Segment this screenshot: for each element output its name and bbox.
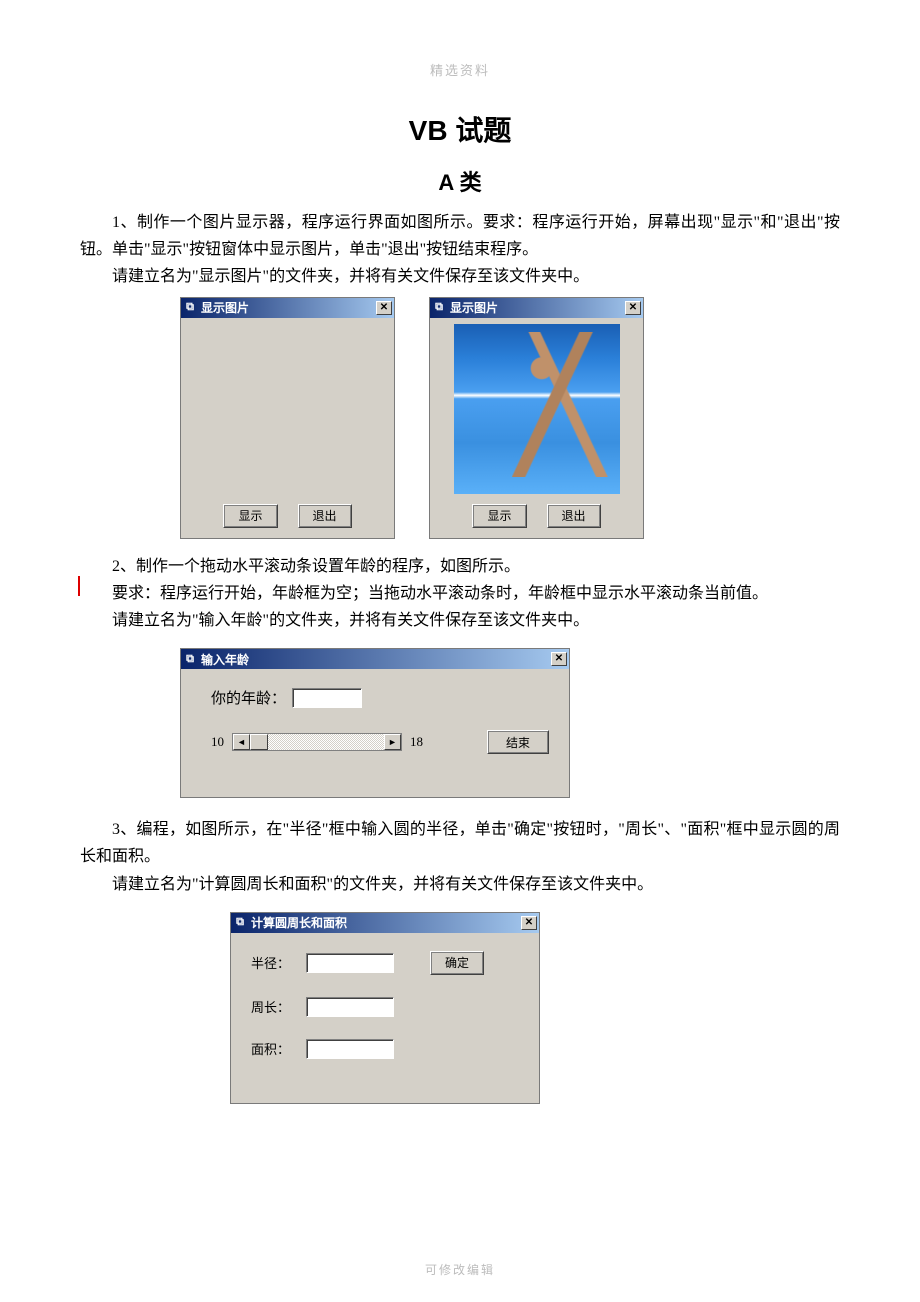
scroll-min-label: 10 [211, 734, 224, 750]
titlebar[interactable]: ⧉ 显示图片 ✕ [430, 298, 643, 318]
titlebar[interactable]: ⧉ 计算圆周长和面积 ✕ [231, 913, 539, 933]
q1-text-2: 请建立名为"显示图片"的文件夹，并将有关文件保存至该文件夹中。 [80, 263, 840, 290]
title-text: 显示图片 [450, 299, 625, 316]
title-text: 计算圆周长和面积 [251, 914, 521, 931]
vb-window-circle-calc: ⧉ 计算圆周长和面积 ✕ 半径： 确定 周长： 面积： [230, 912, 540, 1104]
title-text: 显示图片 [201, 299, 376, 316]
q3-text-2: 请建立名为"计算圆周长和面积"的文件夹，并将有关文件保存至该文件夹中。 [80, 871, 840, 898]
doc-footer-watermark: 可修改编辑 [0, 1261, 920, 1278]
q2-text-3: 请建立名为"输入年龄"的文件夹，并将有关文件保存至该文件夹中。 [80, 607, 840, 634]
vb-window-show-image-empty: ⧉ 显示图片 ✕ 显示 退出 [180, 297, 395, 539]
picturebox [454, 324, 620, 494]
scroll-left-icon[interactable]: ◄ [233, 734, 250, 750]
scroll-right-icon[interactable]: ► [384, 734, 401, 750]
ok-button[interactable]: 确定 [430, 951, 484, 975]
age-label: 你的年龄： [211, 687, 286, 708]
close-icon[interactable]: ✕ [551, 652, 567, 666]
area-label: 面积： [251, 1039, 306, 1058]
titlebar[interactable]: ⧉ 输入年龄 ✕ [181, 649, 569, 669]
scroll-thumb[interactable] [250, 734, 268, 750]
q2-text-1: 2、制作一个拖动水平滚动条设置年龄的程序，如图所示。 [80, 553, 840, 580]
app-icon: ⧉ [183, 652, 197, 666]
perimeter-textbox[interactable] [306, 997, 394, 1017]
show-button[interactable]: 显示 [472, 504, 526, 528]
app-icon: ⧉ [183, 301, 197, 315]
close-icon[interactable]: ✕ [625, 301, 641, 315]
page-subtitle: A 类 [80, 165, 840, 197]
page-title: VB 试题 [80, 109, 840, 149]
age-textbox[interactable] [292, 688, 362, 708]
scroll-track[interactable] [250, 734, 384, 750]
q1-text-1: 1、制作一个图片显示器，程序运行界面如图所示。要求：程序运行开始，屏幕出现"显示… [80, 209, 840, 263]
app-icon: ⧉ [233, 916, 247, 930]
q2-text-2: 要求：程序运行开始，年龄框为空；当拖动水平滚动条时，年龄框中显示水平滚动条当前值… [80, 580, 840, 607]
show-button[interactable]: 显示 [223, 504, 277, 528]
end-button[interactable]: 结束 [487, 730, 549, 754]
age-hscrollbar[interactable]: ◄ ► [232, 733, 402, 751]
vb-window-show-image-filled: ⧉ 显示图片 ✕ 显示 退出 [429, 297, 644, 539]
vb-window-input-age: ⧉ 输入年龄 ✕ 你的年龄： 10 ◄ ► 18 结束 [180, 648, 570, 798]
edit-cursor-mark [78, 576, 80, 596]
close-icon[interactable]: ✕ [376, 301, 392, 315]
app-icon: ⧉ [432, 301, 446, 315]
runner-image [454, 324, 620, 494]
close-icon[interactable]: ✕ [521, 916, 537, 930]
doc-header-watermark: 精选资料 [80, 60, 840, 79]
radius-textbox[interactable] [306, 953, 394, 973]
exit-button[interactable]: 退出 [298, 504, 352, 528]
scroll-max-label: 18 [410, 734, 423, 750]
perimeter-label: 周长： [251, 997, 306, 1016]
exit-button[interactable]: 退出 [547, 504, 601, 528]
q3-text-1: 3、编程，如图所示，在"半径"框中输入圆的半径，单击"确定"按钮时，"周长"、"… [80, 816, 840, 870]
titlebar[interactable]: ⧉ 显示图片 ✕ [181, 298, 394, 318]
area-textbox[interactable] [306, 1039, 394, 1059]
radius-label: 半径： [251, 953, 306, 972]
title-text: 输入年龄 [201, 651, 551, 668]
